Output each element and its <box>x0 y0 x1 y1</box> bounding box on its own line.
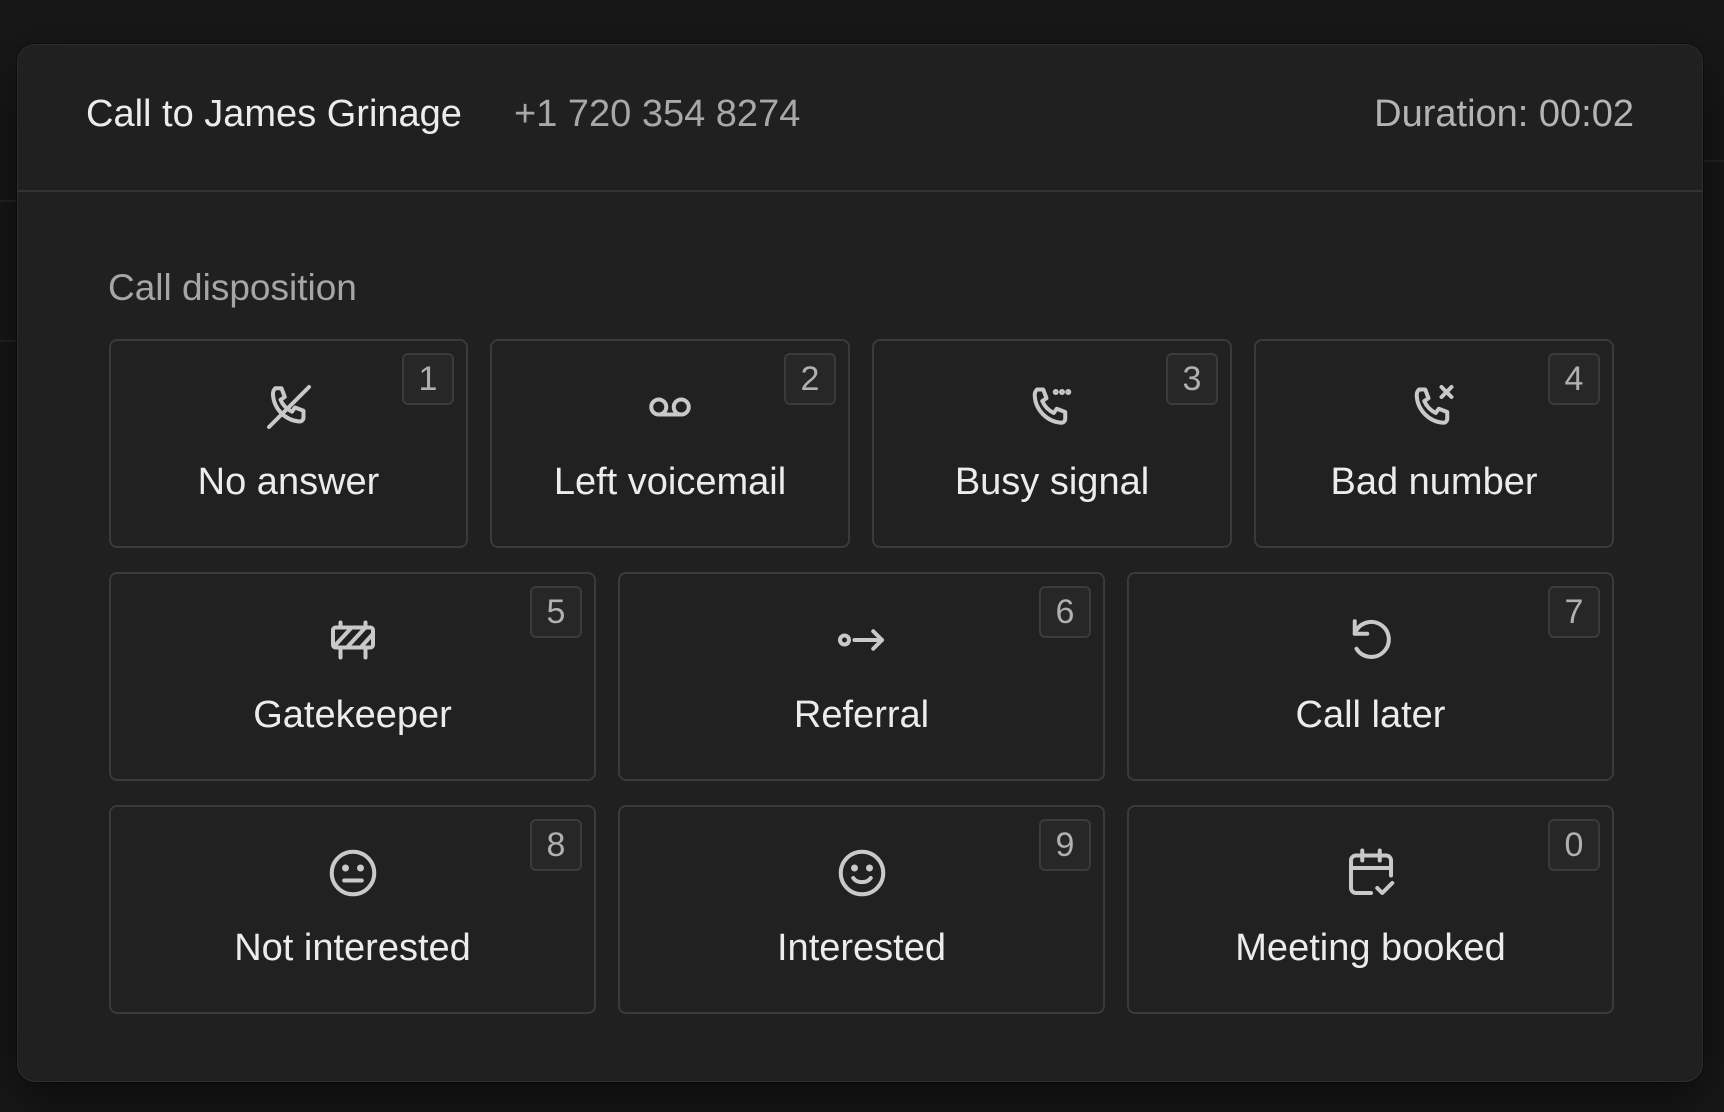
voicemail-icon <box>640 377 700 437</box>
shortcut-key: 5 <box>530 586 582 638</box>
section-label: Call disposition <box>108 267 357 308</box>
disposition-label: Left voicemail <box>553 461 787 503</box>
smile-face-icon <box>832 843 892 903</box>
shortcut-key: 3 <box>1166 353 1218 405</box>
disposition-busy-signal[interactable]: Busy signal 3 <box>872 339 1232 548</box>
neutral-face-icon <box>323 843 383 903</box>
shortcut-key: 7 <box>1548 586 1600 638</box>
disposition-label: Gatekeeper <box>253 694 452 736</box>
backdrop-divider <box>0 340 17 342</box>
disposition-label: Interested <box>777 927 946 969</box>
disposition-call-later[interactable]: Call later 7 <box>1127 572 1614 781</box>
call-disposition-modal: Call to James Grinage +1 720 354 8274 Du… <box>17 44 1703 1082</box>
calendar-check-icon <box>1341 843 1401 903</box>
shortcut-key: 1 <box>402 353 454 405</box>
shortcut-key: 6 <box>1039 586 1091 638</box>
call-phone-number: +1 720 354 8274 <box>514 93 801 135</box>
call-title: Call to James Grinage <box>86 93 462 135</box>
disposition-label: Call later <box>1295 694 1446 736</box>
disposition-bad-number[interactable]: Bad number 4 <box>1254 339 1614 548</box>
disposition-left-voicemail[interactable]: Left voicemail 2 <box>490 339 850 548</box>
shortcut-key: 8 <box>530 819 582 871</box>
shortcut-key: 9 <box>1039 819 1091 871</box>
phone-busy-icon <box>1022 377 1082 437</box>
call-duration: Duration: 00:02 <box>1374 93 1634 135</box>
disposition-no-answer[interactable]: No answer 1 <box>109 339 468 548</box>
rotate-icon <box>1341 610 1401 670</box>
phone-x-icon <box>1404 377 1464 437</box>
disposition-label: Busy signal <box>954 461 1150 503</box>
phone-missed-icon <box>259 377 319 437</box>
disposition-interested[interactable]: Interested 9 <box>618 805 1105 1014</box>
backdrop-divider <box>0 200 17 202</box>
modal-header: Call to James Grinage +1 720 354 8274 Du… <box>18 45 1702 192</box>
disposition-label: Not interested <box>234 927 471 969</box>
referral-arrow-icon <box>832 610 892 670</box>
disposition-label: Bad number <box>1330 461 1538 503</box>
barrier-icon <box>323 610 383 670</box>
shortcut-key: 0 <box>1548 819 1600 871</box>
disposition-not-interested[interactable]: Not interested 8 <box>109 805 596 1014</box>
disposition-label: No answer <box>197 461 380 503</box>
shortcut-key: 4 <box>1548 353 1600 405</box>
disposition-label: Meeting booked <box>1235 927 1506 969</box>
disposition-meeting-booked[interactable]: Meeting booked 0 <box>1127 805 1614 1014</box>
shortcut-key: 2 <box>784 353 836 405</box>
backdrop-divider <box>1703 160 1724 162</box>
disposition-referral[interactable]: Referral 6 <box>618 572 1105 781</box>
disposition-label: Referral <box>793 694 930 736</box>
disposition-gatekeeper[interactable]: Gatekeeper 5 <box>109 572 596 781</box>
